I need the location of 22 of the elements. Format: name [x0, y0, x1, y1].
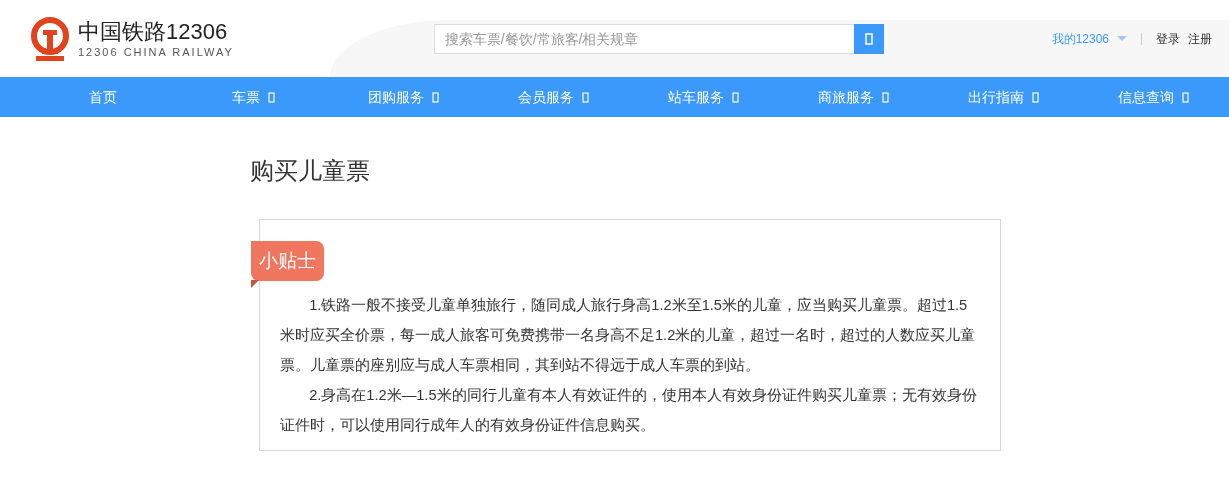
nav-item[interactable]: 商旅服务	[778, 77, 928, 117]
nav-item[interactable]: 团购服务	[328, 77, 478, 117]
nav-item[interactable]: 出行指南	[928, 77, 1078, 117]
register-link[interactable]: 注册	[1188, 29, 1212, 48]
page-title: 购买儿童票	[250, 156, 371, 186]
tips-tag: 小贴士	[251, 241, 324, 281]
tip-paragraph: 2.身高在1.2米—1.5米的同行儿童有本人有效证件的，使用本人有效身份证件购买儿童票；无有效身份证件时，可以使用同行成年人的有效身份证件信息购买。	[280, 386, 978, 435]
my-account-link[interactable]: 我的12306	[1051, 29, 1109, 48]
search-field[interactable]: 搜索车票/餐饮/常旅客/相关规章	[433, 23, 854, 54]
login-link[interactable]: 登录	[1156, 29, 1180, 48]
nav-item[interactable]: 首页	[28, 77, 178, 117]
nav-item[interactable]: 站车服务	[628, 77, 778, 117]
nav-item[interactable]: 信息查询	[1078, 77, 1228, 117]
nav-item[interactable]: 车票	[178, 77, 328, 117]
logo-title: 中国铁路12306	[78, 18, 229, 45]
square-icon	[864, 32, 873, 45]
tag-tail-icon	[251, 280, 259, 288]
logo-subtitle: 12306 CHINA RAILWAY	[78, 44, 234, 59]
caret-icon	[1117, 35, 1127, 42]
nav-item[interactable]: 会员服务	[478, 77, 628, 117]
logo-icon	[30, 15, 70, 62]
tip-paragraph: 1.铁路一般不接受儿童单独旅行，随同成人旅行身高1.2米至1.5米的儿童，应当购买儿童票。超过1.5米时应买全价票，每一成人旅客可免费携带一名身高不足1.2米的儿童，超过一名时，超过的人数应买儿童票。儿童票的座别应与成人车票相同，其到站不得远于成人车票的到站。	[280, 296, 977, 375]
